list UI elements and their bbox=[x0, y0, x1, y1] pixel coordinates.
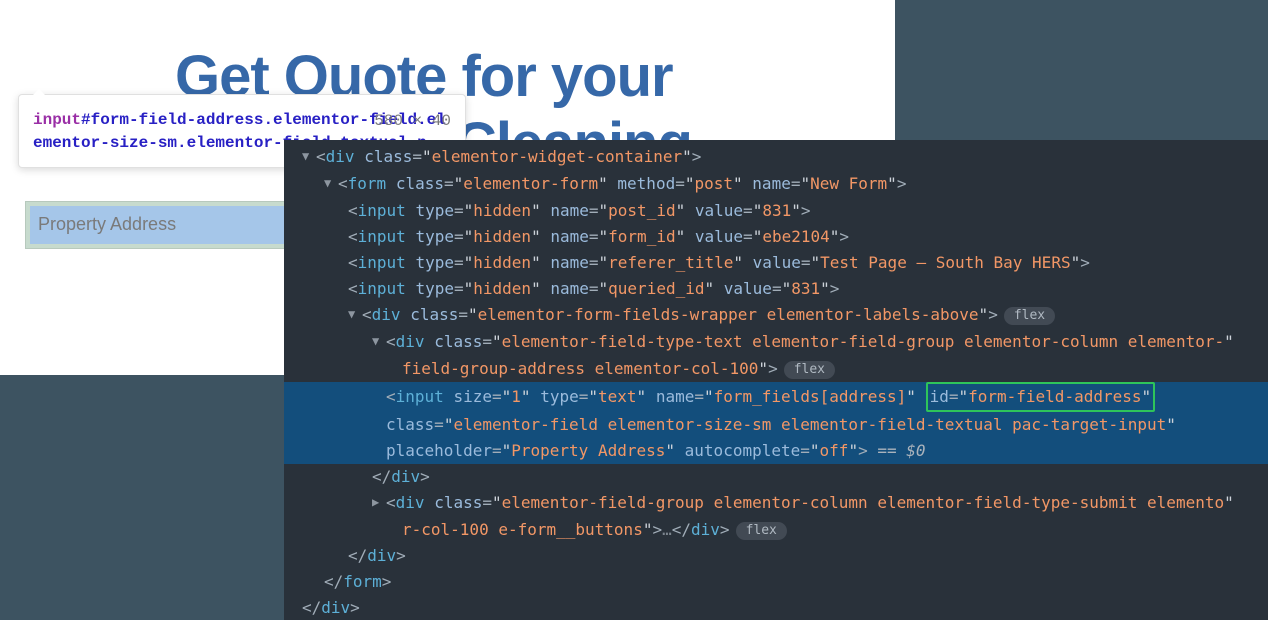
dom-node[interactable]: <input type="hidden" name="form_id" valu… bbox=[284, 224, 1268, 250]
tooltip-dimensions: 580 × 40 bbox=[374, 110, 451, 133]
flex-badge: flex bbox=[1004, 307, 1055, 325]
expand-arrow-icon[interactable]: ▶ bbox=[372, 489, 386, 515]
dom-close[interactable]: </form> bbox=[284, 569, 1268, 595]
flex-badge: flex bbox=[736, 522, 787, 540]
property-address-placeholder: Property Address bbox=[38, 214, 176, 235]
flex-badge: flex bbox=[784, 361, 835, 379]
id-highlight-box: id="form-field-address" bbox=[926, 382, 1156, 412]
dom-close[interactable]: </div> bbox=[284, 595, 1268, 620]
dom-node[interactable]: <input type="hidden" name="referer_title… bbox=[284, 250, 1268, 276]
devtools-elements-panel[interactable]: ▼<div class="elementor-widget-container"… bbox=[284, 140, 1268, 620]
selected-dom-node-cont: class="elementor-field elementor-size-sm… bbox=[284, 412, 1268, 438]
dom-node[interactable]: ▼<div class="elementor-widget-container"… bbox=[284, 144, 1268, 171]
selected-dom-node[interactable]: <input size="1" type="text" name="form_f… bbox=[284, 382, 1268, 412]
dom-node-cont: field-group-address elementor-col-100">f… bbox=[284, 356, 1268, 382]
dom-node[interactable]: <input type="hidden" name="queried_id" v… bbox=[284, 276, 1268, 302]
expand-arrow-icon[interactable]: ▼ bbox=[372, 328, 386, 354]
dom-close[interactable]: </div> bbox=[284, 464, 1268, 490]
dom-node[interactable]: ▼<div class="elementor-form-fields-wrapp… bbox=[284, 302, 1268, 329]
property-address-field[interactable]: Property Address bbox=[25, 201, 290, 249]
expand-arrow-icon[interactable]: ▼ bbox=[302, 143, 316, 169]
tooltip-pointer bbox=[33, 89, 45, 95]
dom-node-cont: r-col-100 e-form__buttons">…</div>flex bbox=[284, 517, 1268, 543]
expand-arrow-icon[interactable]: ▼ bbox=[348, 301, 362, 327]
dom-node[interactable]: ▶<div class="elementor-field-group eleme… bbox=[284, 490, 1268, 517]
tooltip-tag: input bbox=[33, 111, 81, 129]
dom-node[interactable]: ▼<div class="elementor-field-type-text e… bbox=[284, 329, 1268, 356]
expand-arrow-icon[interactable]: ▼ bbox=[324, 170, 338, 196]
dom-node[interactable]: <input type="hidden" name="post_id" valu… bbox=[284, 198, 1268, 224]
dom-close[interactable]: </div> bbox=[284, 543, 1268, 569]
dom-node[interactable]: ▼<form class="elementor-form" method="po… bbox=[284, 171, 1268, 198]
selected-dom-node-cont: placeholder="Property Address" autocompl… bbox=[284, 438, 1268, 464]
